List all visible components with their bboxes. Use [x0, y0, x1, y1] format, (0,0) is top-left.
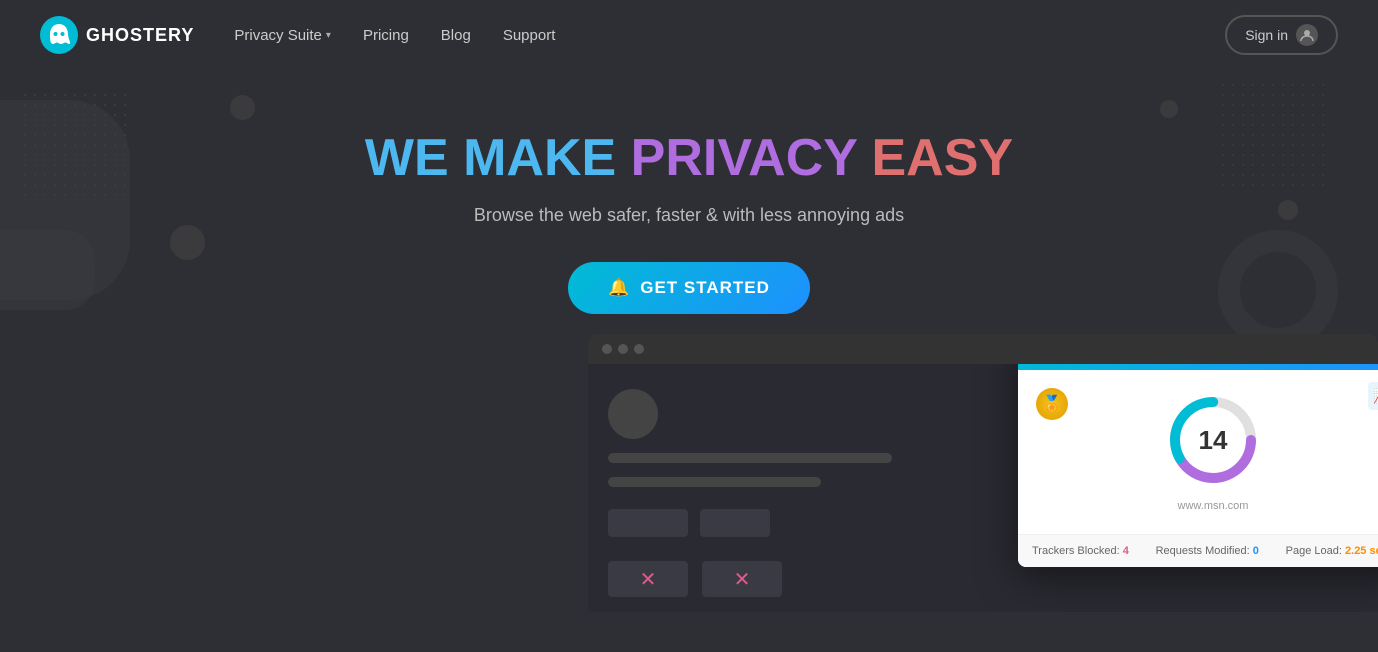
nav-support[interactable]: Support	[503, 27, 556, 44]
mock-x-row: ✕ ✕	[608, 561, 963, 597]
browser-dot-3	[634, 344, 644, 354]
deco-circle-2	[170, 225, 205, 260]
popup-body: 🏅 📈 14	[1018, 370, 1378, 534]
ghostery-popup: GHOSTERY Simple View Detailed View ⋮ 🏅 📈	[1018, 364, 1378, 567]
deco-circle-3	[1160, 100, 1178, 118]
popup-url: www.msn.com	[1038, 500, 1378, 512]
nav-links: Privacy Suite ▾ Pricing Blog Support	[234, 27, 1225, 44]
browser-content: ✕ ✕	[588, 364, 1378, 612]
nav-privacy-suite[interactable]: Privacy Suite ▾	[234, 27, 331, 44]
logo-text: GHOSTERY	[86, 25, 194, 46]
close-icon-2: ✕	[734, 567, 751, 592]
browser-titlebar	[588, 334, 1378, 364]
hero-section: WE MAKE PRIVACY EASY Browse the web safe…	[0, 70, 1378, 652]
user-icon	[1296, 24, 1318, 46]
mock-line-1	[608, 453, 892, 463]
page-load-stat: Page Load: 2.25 secs	[1286, 545, 1378, 557]
sign-in-button[interactable]: Sign in	[1225, 15, 1338, 55]
get-started-button[interactable]: 🔔 GET STARTED	[568, 262, 810, 314]
nav-pricing[interactable]: Pricing	[363, 27, 409, 44]
mock-line-2	[608, 477, 821, 487]
donut-chart: 14	[1163, 390, 1263, 490]
hero-subtitle: Browse the web safer, faster & with less…	[0, 205, 1378, 226]
chevron-down-icon: ▾	[326, 30, 331, 41]
browser-dot-1	[602, 344, 612, 354]
mock-x-box-2: ✕	[702, 561, 782, 597]
title-easy: EASY	[871, 129, 1013, 187]
popup-stats: Trackers Blocked: 4 Requests Modified: 0…	[1018, 534, 1378, 567]
navbar: GHOSTERY Privacy Suite ▾ Pricing Blog Su…	[0, 0, 1378, 70]
deco-blob-left-lower	[0, 230, 95, 310]
mock-x-box-1: ✕	[608, 561, 688, 597]
nav-blog[interactable]: Blog	[441, 27, 471, 44]
requests-modified-stat: Requests Modified: 0	[1156, 545, 1259, 557]
hero-title: WE MAKE PRIVACY EASY	[0, 130, 1378, 187]
chart-icon: 📈	[1368, 382, 1378, 410]
browser-mockup: ✕ ✕	[588, 334, 1378, 612]
mock-btn-2	[700, 509, 770, 537]
deco-circle-1	[230, 95, 255, 120]
mock-btn-1	[608, 509, 688, 537]
logo[interactable]: GHOSTERY	[40, 16, 194, 54]
deco-ring-right	[1218, 230, 1338, 350]
close-icon-1: ✕	[640, 567, 657, 592]
bell-icon: 🔔	[608, 278, 630, 298]
title-privacy: PRIVACY	[631, 129, 872, 187]
title-we-make: WE MAKE	[365, 129, 631, 187]
mock-btn-row	[608, 509, 963, 537]
browser-left-panel: ✕ ✕	[588, 364, 983, 612]
medal-icon: 🏅	[1036, 388, 1068, 420]
mock-avatar	[608, 389, 658, 439]
browser-window: ✕ ✕	[588, 334, 1378, 612]
tracker-count: 14	[1199, 425, 1228, 456]
trackers-blocked-stat: Trackers Blocked: 4	[1032, 545, 1129, 557]
ghostery-logo-icon	[40, 16, 78, 54]
browser-dot-2	[618, 344, 628, 354]
